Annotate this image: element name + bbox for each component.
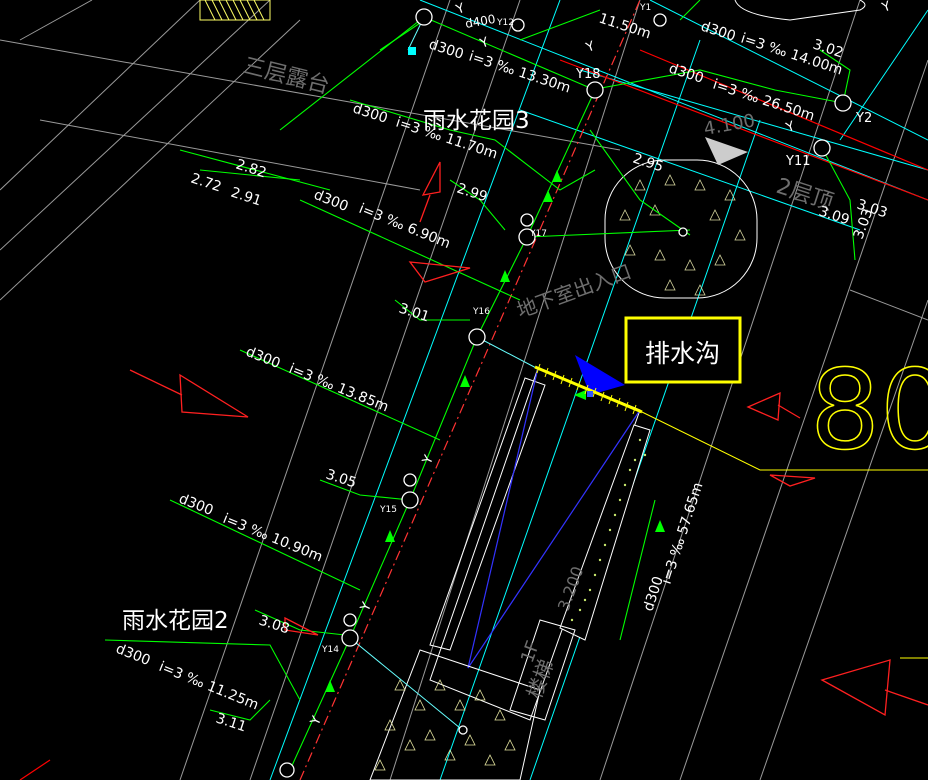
node-y12-label: Y12 [496,18,514,28]
node-y17-secondary [520,213,534,227]
node-y2-circle [834,94,852,112]
node-y14-circle [341,629,359,647]
node-y15-circle [401,491,419,509]
node-y18-circle [586,81,604,99]
node-y17-label: Y17 [529,229,547,239]
node-y14-secondary [343,613,357,627]
node-bottom-circle [279,762,295,778]
node-y16-circle [468,328,486,346]
garden-inlet-top [678,227,688,237]
node-y11-label: Y11 [785,154,810,169]
garden2-label: 雨水花园2 [122,608,229,634]
node-y15-label: Y15 [379,505,397,515]
large-grid-number: 80 [810,346,928,474]
node-y12-circle [415,8,433,26]
node-y16-label: Y16 [472,307,490,317]
drain-label: 排水沟 [645,339,720,368]
node-y18-label: Y18 [575,67,600,82]
node-y14-label: Y14 [321,645,339,655]
node-y1-label: Y1 [639,3,651,13]
node-y1-circle [653,13,667,27]
node-y15-secondary [403,473,417,487]
node-y2-label: Y2 [855,111,872,126]
cyan-inlet-square [408,47,416,55]
garden-inlet-bottom [458,725,468,735]
cad-drawing-canvas[interactable]: 排水沟 雨水花园3 雨水花园2 三层露台 地下室出入口 2层顶 1F 楼梯 80… [0,0,928,780]
node-y11-circle [813,139,831,157]
